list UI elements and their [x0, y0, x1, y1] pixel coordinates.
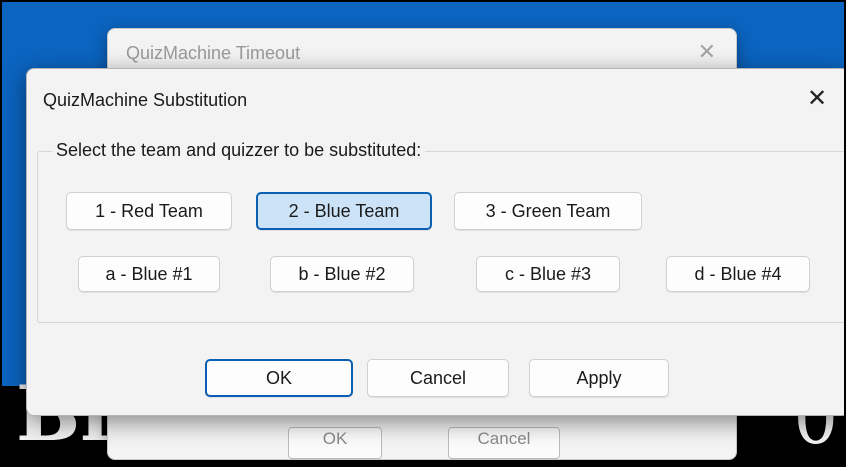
- team-button-red[interactable]: 1 - Red Team: [66, 192, 232, 230]
- substitution-dialog: QuizMachine Substitution ✕ Select the te…: [26, 68, 844, 416]
- timeout-close-icon[interactable]: ✕: [698, 39, 716, 65]
- quizzer-button-b[interactable]: b - Blue #2: [270, 256, 414, 292]
- team-button-green[interactable]: 3 - Green Team: [454, 192, 642, 230]
- quizzer-button-c[interactable]: c - Blue #3: [476, 256, 620, 292]
- ok-button[interactable]: OK: [205, 359, 353, 397]
- timeout-dialog-title: QuizMachine Timeout: [126, 43, 301, 63]
- cancel-button[interactable]: Cancel: [367, 359, 509, 397]
- close-icon[interactable]: ✕: [803, 85, 831, 113]
- dialog-title: QuizMachine Substitution: [43, 90, 248, 110]
- screen-frame: Blue #1 0 QuizMachine Timeout ✕ OK Cance…: [0, 0, 846, 467]
- selection-group: Select the team and quizzer to be substi…: [37, 140, 844, 323]
- quizzer-button-d[interactable]: d - Blue #4: [666, 256, 810, 292]
- timeout-ok-button[interactable]: OK: [288, 427, 382, 459]
- timeout-cancel-button[interactable]: Cancel: [448, 427, 560, 459]
- apply-button[interactable]: Apply: [529, 359, 669, 397]
- quizzer-button-a[interactable]: a - Blue #1: [78, 256, 220, 292]
- team-button-blue[interactable]: 2 - Blue Team: [256, 192, 432, 230]
- group-label: Select the team and quizzer to be substi…: [52, 140, 426, 161]
